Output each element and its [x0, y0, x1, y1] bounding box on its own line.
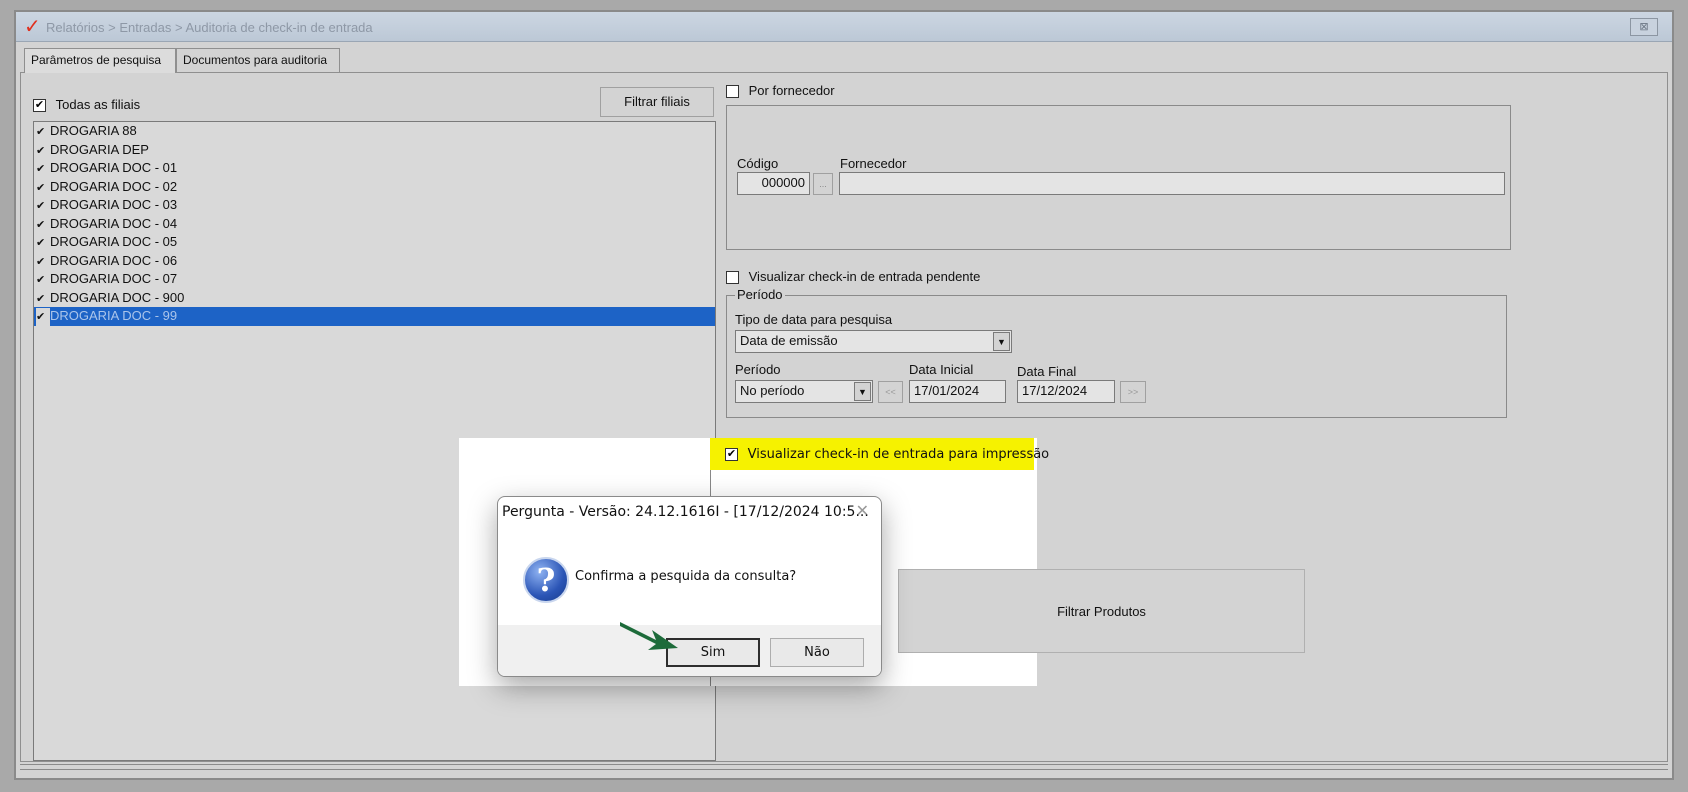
window-title: Relatórios > Entradas > Auditoria de che… — [46, 20, 373, 35]
data-final-label: Data Final — [1017, 364, 1077, 379]
impressao-row[interactable]: Visualizar check-in de entrada para impr… — [725, 446, 1049, 462]
list-item[interactable]: ✔ DROGARIA DOC - 03 — [34, 196, 715, 215]
title-bar: ✓ Relatórios > Entradas > Auditoria de c… — [16, 12, 1672, 42]
dialog-title: Pergunta - Versão: 24.12.1616I - [17/12/… — [502, 504, 869, 520]
list-item-label: DROGARIA DEP — [50, 141, 149, 157]
list-item-label: DROGARIA DOC - 05 — [50, 234, 178, 249]
item-check-icon[interactable]: ✔ — [36, 234, 50, 252]
chevron-down-icon[interactable]: ▼ — [993, 332, 1010, 351]
confirm-dialog: Pergunta - Versão: 24.12.1616I - [17/12/… — [497, 496, 882, 677]
item-check-icon[interactable]: ✔ — [36, 123, 50, 141]
list-item-selected[interactable]: ✔ DROGARIA DOC - 99 — [34, 307, 715, 326]
item-check-icon[interactable]: ✔ — [36, 142, 50, 160]
item-check-icon[interactable]: ✔ — [36, 197, 50, 215]
todas-filiais-checkbox[interactable] — [33, 99, 46, 113]
tipo-data-select[interactable]: Data de emissão ▼ — [735, 330, 1012, 353]
list-item-label: DROGARIA DOC - 03 — [50, 197, 178, 212]
todas-filiais-label: Todas as filiais — [55, 97, 141, 112]
no-button[interactable]: Não — [770, 638, 864, 667]
fornecedor-field[interactable] — [839, 172, 1505, 195]
window-bottom-bar — [20, 764, 1668, 770]
data-inicial-field[interactable]: 17/01/2024 — [909, 380, 1006, 403]
por-fornecedor-checkbox[interactable] — [726, 85, 739, 99]
fornecedor-lookup-button[interactable]: ... — [813, 173, 833, 195]
list-item[interactable]: ✔ DROGARIA DEP — [34, 141, 715, 160]
list-item-label: DROGARIA DOC - 04 — [50, 215, 178, 231]
dialog-message: Confirma a pesquida da consulta? — [575, 569, 797, 584]
window-close-button[interactable]: ⊠ — [1630, 18, 1658, 36]
prev-period-button[interactable]: << — [878, 381, 903, 403]
item-check-icon[interactable]: ✔ — [36, 253, 50, 271]
annotation-arrow-icon — [620, 622, 678, 650]
periodo-label: Período — [735, 362, 781, 377]
item-check-icon[interactable]: ✔ — [36, 216, 50, 234]
impressao-highlight: Visualizar check-in de entrada para impr… — [710, 438, 1049, 470]
por-fornecedor-label: Por fornecedor — [748, 83, 835, 98]
por-fornecedor-row[interactable]: Por fornecedor — [726, 83, 835, 99]
item-check-icon[interactable]: ✔ — [36, 179, 50, 197]
list-item[interactable]: ✔ DROGARIA DOC - 02 — [34, 178, 715, 197]
tipo-data-value: Data de emissão — [740, 333, 838, 348]
pendente-label: Visualizar check-in de entrada pendente — [748, 269, 981, 284]
pendente-row[interactable]: Visualizar check-in de entrada pendente — [726, 269, 981, 285]
periodo-value: No período — [740, 383, 805, 398]
tab-documentos-auditoria[interactable]: Documentos para auditoria — [176, 48, 340, 72]
list-item-label: DROGARIA 88 — [50, 123, 137, 138]
item-check-icon[interactable]: ✔ — [36, 271, 50, 289]
data-final-field[interactable]: 17/12/2024 — [1017, 380, 1115, 403]
list-item[interactable]: ✔ DROGARIA DOC - 04 — [34, 215, 715, 234]
list-item[interactable]: ✔ DROGARIA DOC - 05 — [34, 233, 715, 252]
list-item[interactable]: ✔ DROGARIA DOC - 01 — [34, 159, 715, 178]
filtrar-filiais-button[interactable]: Filtrar filiais — [600, 87, 714, 117]
close-icon[interactable]: ✕ — [856, 501, 869, 521]
periodo-group: Período Tipo de data para pesquisa Data … — [726, 287, 1507, 418]
list-item-label: DROGARIA DOC - 02 — [50, 178, 178, 194]
codigo-label: Código — [737, 156, 779, 171]
list-item[interactable]: ✔ DROGARIA 88 — [34, 122, 715, 141]
codigo-field[interactable]: 000000 — [737, 172, 810, 195]
question-icon: ? — [523, 557, 569, 603]
list-item-label: DROGARIA DOC - 99 — [50, 308, 178, 323]
list-item[interactable]: ✔ DROGARIA DOC - 07 — [34, 270, 715, 289]
tipo-data-label: Tipo de data para pesquisa — [735, 312, 893, 327]
list-item-label: DROGARIA DOC - 900 — [50, 289, 185, 305]
impressao-checkbox[interactable] — [725, 448, 738, 462]
impressao-label: Visualizar check-in de entrada para impr… — [747, 447, 1050, 462]
item-check-icon[interactable]: ✔ — [36, 290, 50, 308]
list-item-label: DROGARIA DOC - 07 — [50, 271, 178, 286]
app-logo-icon: ✓ — [24, 16, 41, 38]
list-item[interactable]: ✔ DROGARIA DOC - 06 — [34, 252, 715, 271]
periodo-select[interactable]: No período ▼ — [735, 380, 873, 403]
list-item-label: DROGARIA DOC - 06 — [50, 252, 178, 268]
periodo-group-legend: Período — [735, 287, 785, 302]
chevron-down-icon[interactable]: ▼ — [854, 382, 871, 401]
data-inicial-label: Data Inicial — [909, 362, 974, 377]
item-check-icon[interactable]: ✔ — [36, 160, 50, 178]
list-item[interactable]: ✔ DROGARIA DOC - 900 — [34, 289, 715, 308]
filtrar-produtos-button[interactable]: Filtrar Produtos — [898, 569, 1305, 653]
todas-filiais-row[interactable]: Todas as filiais — [33, 97, 141, 113]
item-check-icon[interactable]: ✔ — [36, 308, 50, 326]
fornecedor-label: Fornecedor — [840, 156, 907, 171]
next-period-button[interactable]: >> — [1120, 381, 1146, 403]
tab-parametros-pesquisa[interactable]: Parâmetros de pesquisa — [24, 48, 176, 73]
pendente-checkbox[interactable] — [726, 271, 739, 285]
fornecedor-group: Código Fornecedor 000000 ... — [726, 105, 1511, 250]
list-item-label: DROGARIA DOC - 01 — [50, 160, 178, 175]
